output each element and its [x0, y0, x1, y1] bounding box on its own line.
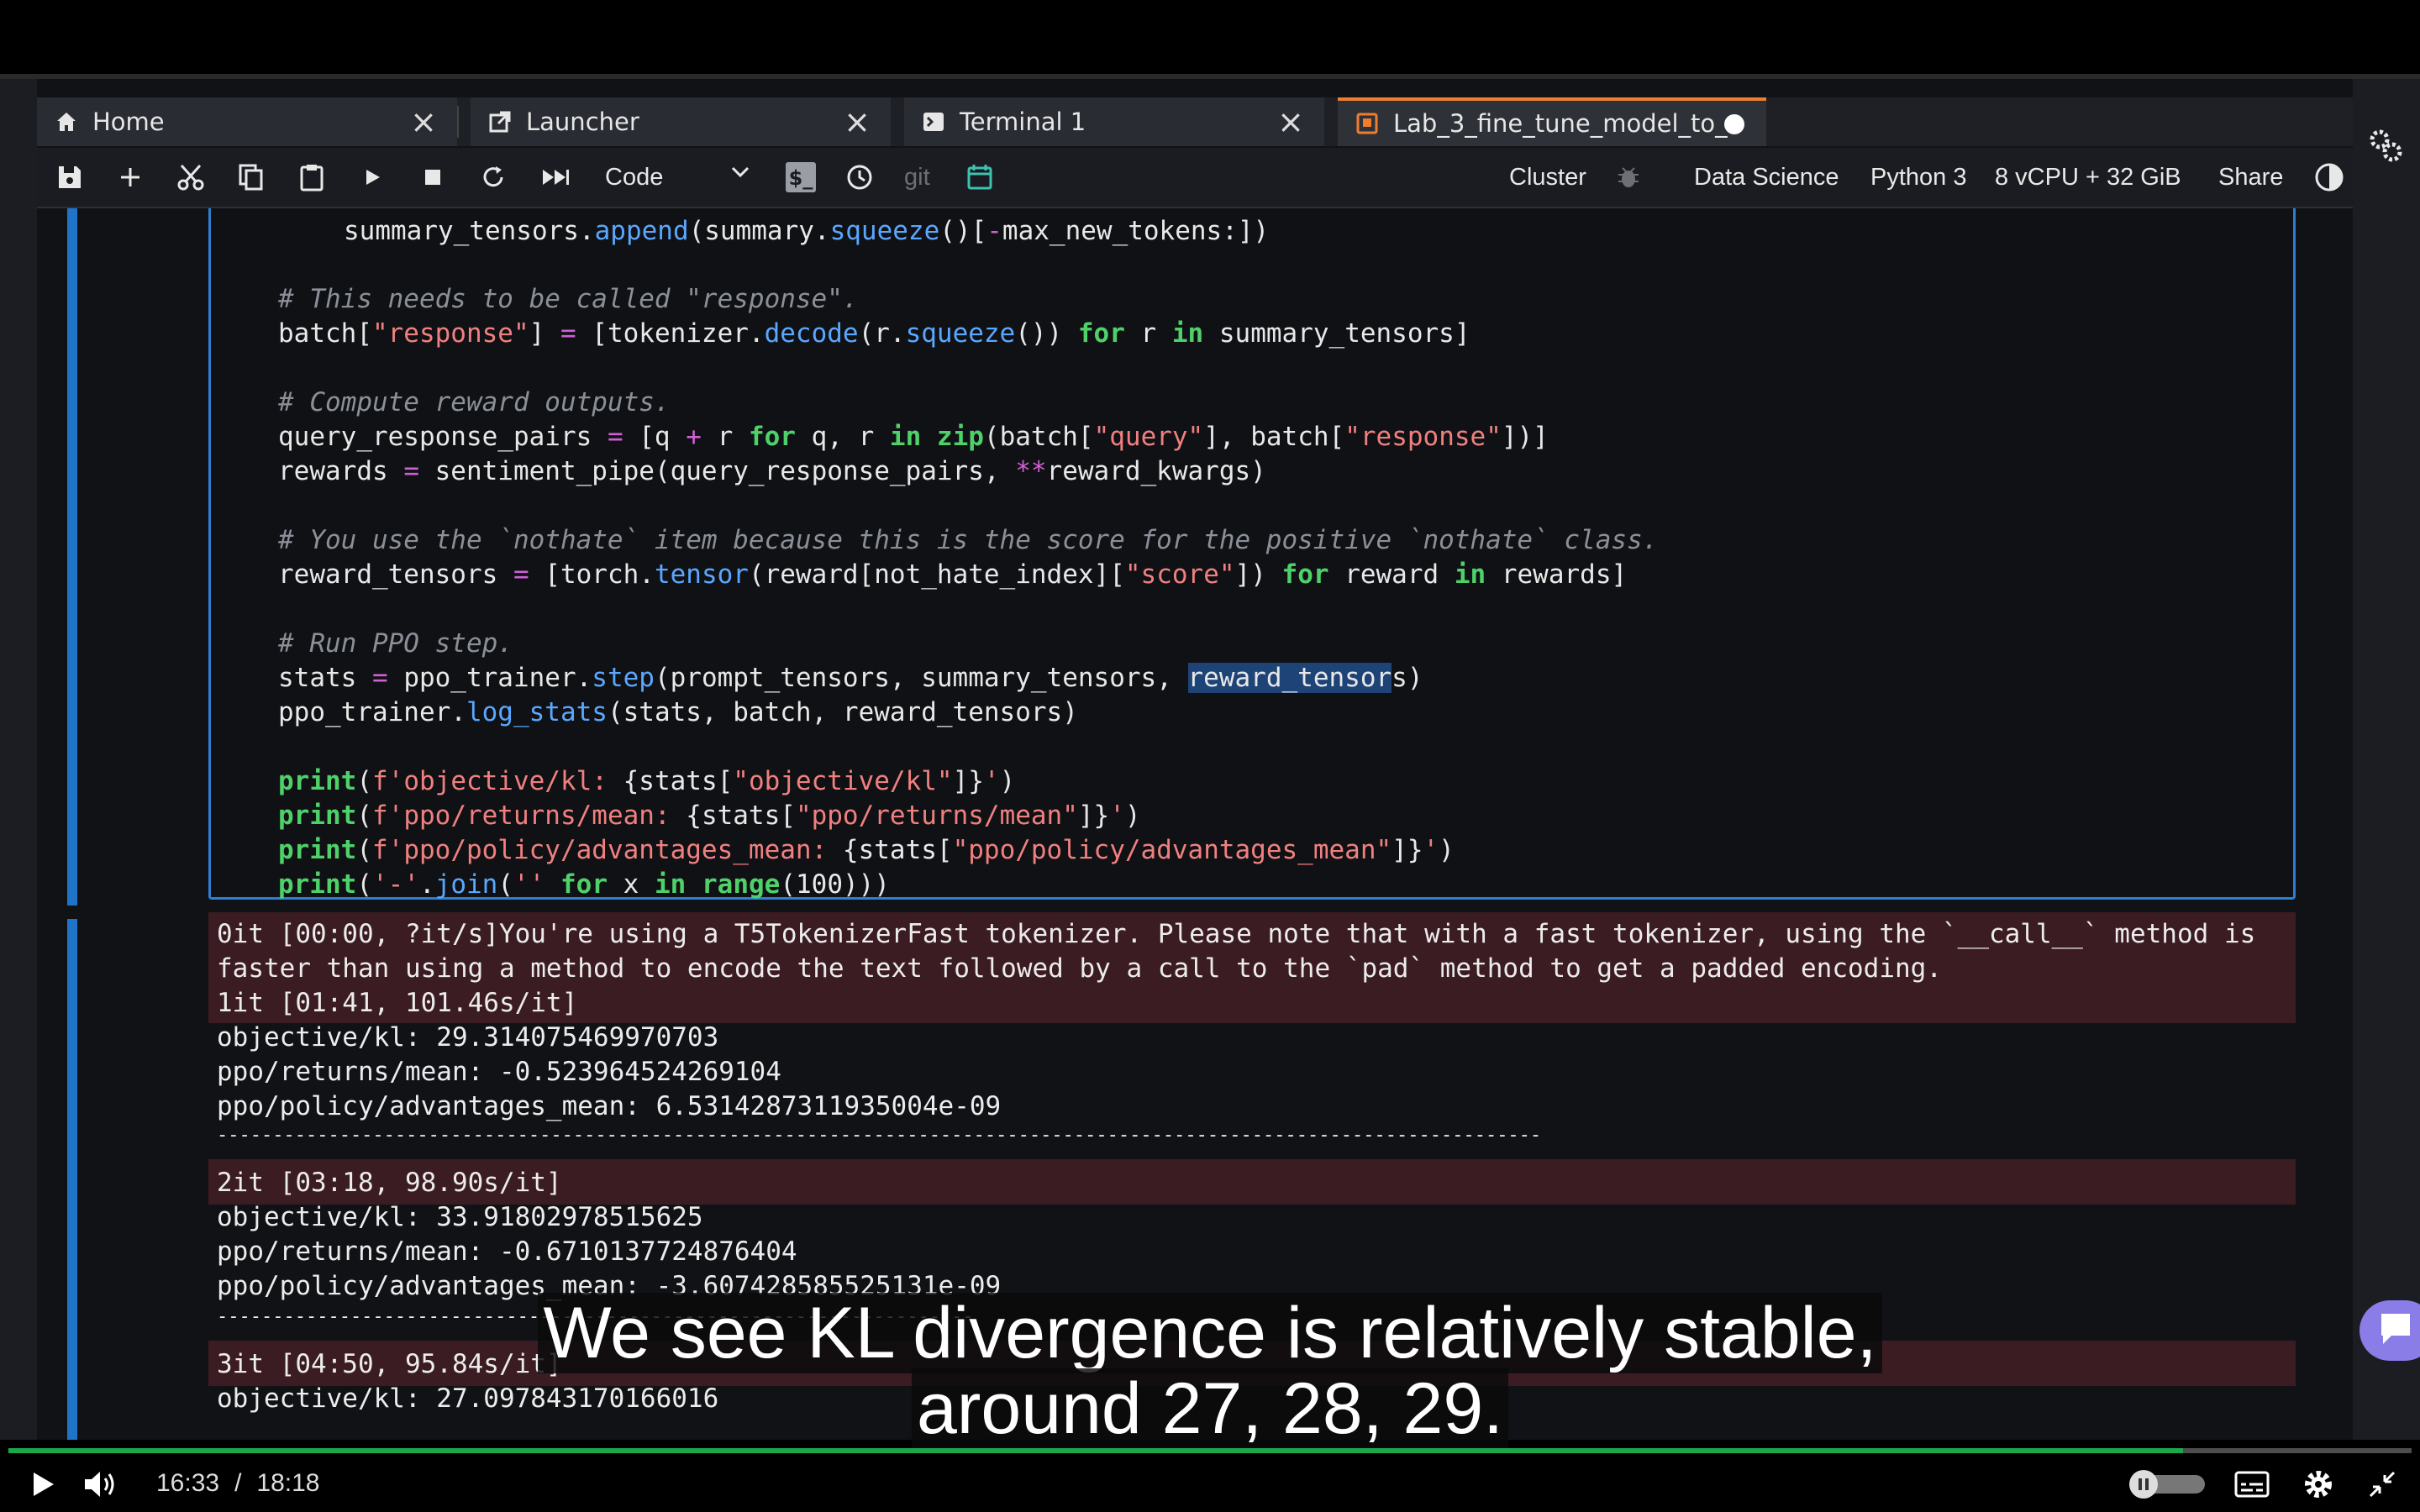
run-all-icon[interactable] [534, 158, 576, 197]
tab-home[interactable]: Home × [37, 97, 457, 146]
output-line: 2it [03:18, 98.90s/it] [217, 1168, 562, 1198]
kernel-status-icon [2312, 158, 2346, 197]
current-time: 16:33 [156, 1469, 220, 1497]
code-line: ppo_trainer.log_stats(stats, batch, rewa… [278, 697, 1078, 727]
tab-label: Terminal 1 [960, 108, 1086, 136]
subtitle-text: around 27, 28, 29. [911, 1368, 1509, 1449]
history-icon[interactable] [840, 158, 879, 197]
settings-gear-icon[interactable] [2299, 1465, 2338, 1504]
code-comment: # Compute reward outputs. [278, 387, 671, 417]
captions-icon[interactable] [2232, 1465, 2272, 1504]
home-icon [52, 108, 81, 136]
stop-icon[interactable] [413, 158, 452, 197]
add-cell-icon[interactable] [111, 158, 150, 197]
tab-terminal[interactable]: Terminal 1 × [904, 97, 1324, 146]
subtitle-line-1: We see KL divergence is relatively stabl… [0, 1292, 2420, 1375]
unsaved-dot-icon[interactable] [1724, 114, 1744, 134]
cluster-button[interactable]: Cluster [1509, 158, 1586, 197]
code-comment: # You use the `nothate` item because thi… [278, 525, 1659, 555]
git-label: git [904, 163, 930, 191]
external-link-icon [486, 108, 514, 136]
close-icon[interactable]: × [1277, 97, 1304, 146]
instance-type[interactable]: 8 vCPU + 32 GiB [1995, 158, 2181, 197]
git-button[interactable]: git [904, 158, 930, 197]
code-line: query_response_pairs = [q + r for q, r i… [278, 422, 1549, 452]
output-line: objective/kl: 29.314075469970703 [217, 1022, 719, 1053]
tab-notebook[interactable]: Lab_3_fine_tune_model_to_d [1338, 97, 1766, 146]
subtitle-text: We see KL divergence is relatively stabl… [538, 1293, 1882, 1373]
autoplay-toggle[interactable] [2129, 1470, 2208, 1499]
time-separator: / [234, 1469, 242, 1497]
code-line: print(f'objective/kl: {stats["objective/… [278, 766, 1016, 796]
kernel-name[interactable]: Python 3 [1870, 158, 1966, 197]
code-line: batch["response"] = [tokenizer.decode(r.… [278, 318, 1470, 349]
save-icon[interactable] [50, 158, 89, 197]
image-label[interactable]: Data Science [1694, 158, 1839, 197]
cell-type-value: Code [605, 163, 664, 191]
code-line: rewards = sentiment_pipe(query_response_… [278, 456, 1266, 486]
tab-bar: Home × Launcher × Terminal 1 × Lab_3_fin… [37, 97, 2353, 146]
tab-launcher[interactable]: Launcher × [471, 97, 891, 146]
restart-icon[interactable] [474, 158, 513, 197]
code-comment: # This needs to be called "response". [278, 284, 859, 314]
exit-fullscreen-icon[interactable] [2363, 1465, 2402, 1504]
tab-label: Launcher [526, 108, 639, 136]
tab-label: Lab_3_fine_tune_model_to_d [1393, 109, 1738, 138]
code-line: print(f'ppo/returns/mean: {stats["ppo/re… [278, 801, 1141, 831]
svg-text:$_: $_ [789, 166, 813, 190]
copy-icon[interactable] [232, 158, 271, 197]
run-icon[interactable] [353, 158, 392, 197]
code-line: summary_tensors.append(summary.squeeze()… [344, 216, 1270, 246]
code-line: print(f'ppo/policy/advantages_mean: {sta… [278, 835, 1455, 865]
video-player-controls: 16:33 / 18:18 [0, 1453, 2420, 1512]
code-line: print('-'.join('' for x in range(100))) [278, 869, 890, 900]
output-line: ppo/policy/advantages_mean: 6.5314287311… [217, 1091, 1002, 1121]
tab-label: Home [92, 108, 165, 136]
terminal-icon [919, 108, 948, 136]
tab-separator [457, 106, 459, 138]
play-icon[interactable] [24, 1465, 62, 1504]
left-sidebar [0, 79, 37, 1440]
duration: 18:18 [256, 1469, 320, 1497]
code-line: stats = ppo_trainer.step(prompt_tensors,… [278, 663, 1423, 693]
code-line: reward_tensors = [torch.tensor(reward[no… [278, 559, 1628, 590]
output-line: ppo/returns/mean: -0.523964524269104 [217, 1057, 781, 1087]
close-icon[interactable]: × [410, 97, 437, 146]
volume-icon[interactable] [81, 1465, 123, 1504]
output-line: faster than using a method to encode the… [217, 953, 1942, 984]
notebook-icon [1353, 109, 1381, 138]
debugger-icon[interactable] [1612, 158, 1645, 197]
code-comment: # Run PPO step. [278, 628, 513, 659]
input-collapser[interactable] [67, 208, 77, 906]
video-top-letterbox [0, 0, 2420, 76]
screen: Home × Launcher × Terminal 1 × Lab_3_fin… [0, 0, 2420, 1512]
notebook-toolbar: Code $_ git Cluster Data Science Python … [37, 148, 2353, 208]
output-line: objective/kl: 33.91802978515625 [217, 1202, 703, 1232]
notebook-panel: summary_tensors.append(summary.squeeze()… [37, 208, 2353, 1440]
output-line: 0it [00:00, ?it/s]You're using a T5Token… [217, 919, 2256, 949]
property-inspector-icon[interactable] [2365, 124, 2407, 166]
chevron-down-icon [729, 161, 751, 190]
output-line: ppo/returns/mean: -0.6710137724876404 [217, 1236, 797, 1267]
jupyter-app: Home × Launcher × Terminal 1 × Lab_3_fin… [37, 79, 2353, 1440]
right-sidebar [2353, 79, 2420, 1440]
launch-terminal-icon[interactable]: $_ [780, 158, 822, 197]
subtitle-line-2: around 27, 28, 29. [0, 1368, 2420, 1451]
paste-icon[interactable] [292, 158, 331, 197]
close-icon[interactable]: × [844, 97, 871, 146]
time-display: 16:33 / 18:18 [156, 1462, 320, 1505]
calendar-schedule-icon[interactable] [961, 158, 1000, 197]
output-line: 1it [01:41, 101.46s/it] [217, 988, 578, 1018]
share-button[interactable]: Share [2218, 158, 2283, 197]
output-separator: ----------------------------------------… [217, 1125, 1542, 1146]
cluster-label: Cluster [1509, 163, 1586, 191]
cell-type-select[interactable]: Code [605, 158, 756, 197]
code-cell-input[interactable]: summary_tensors.append(summary.squeeze()… [208, 208, 2296, 900]
cut-icon[interactable] [171, 158, 210, 197]
